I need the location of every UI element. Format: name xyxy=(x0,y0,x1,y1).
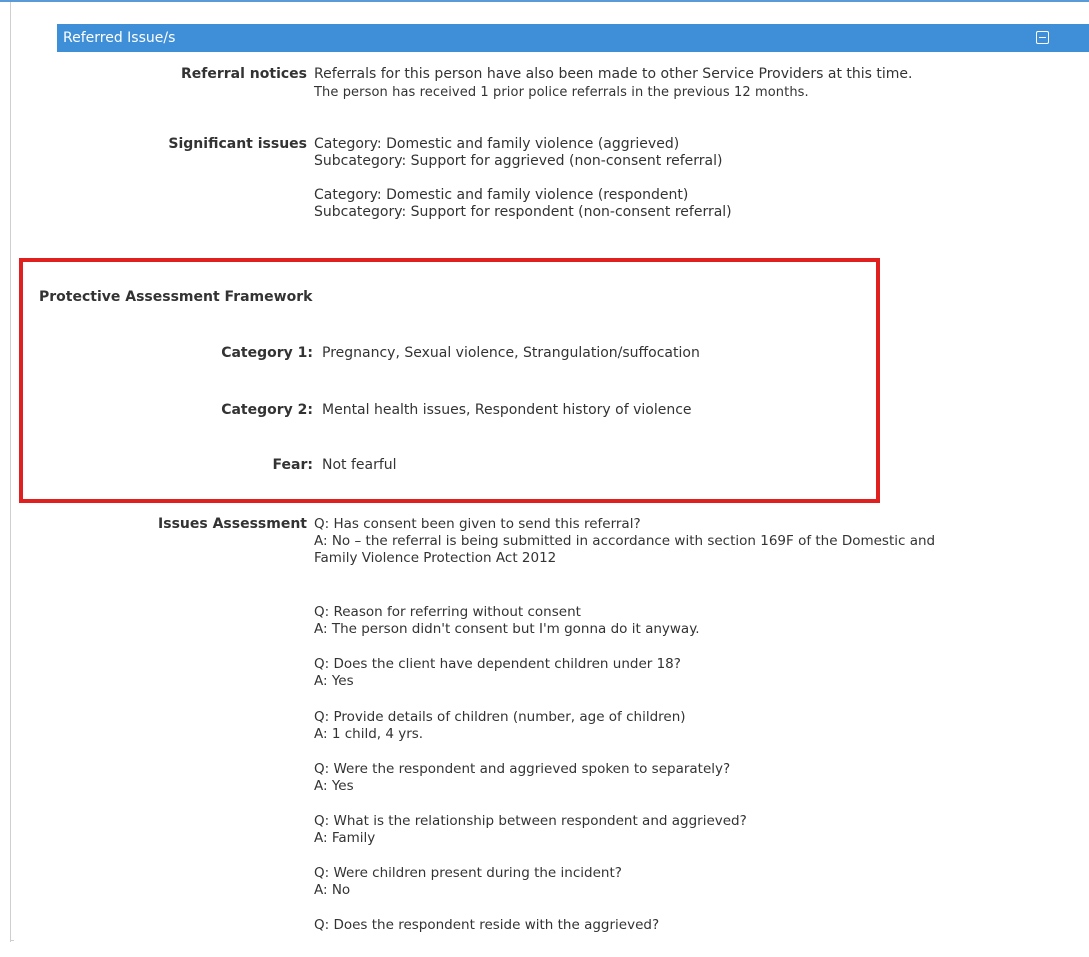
qa-item: Q: Has consent been given to send this r… xyxy=(314,516,935,567)
paf-category2-value: Mental health issues, Respondent history… xyxy=(322,402,692,418)
qa-answer: A: Family xyxy=(314,830,376,846)
significant-issues-label: Significant issues xyxy=(168,136,307,152)
referral-notice-line: The person has received 1 prior police r… xyxy=(314,85,809,100)
significant-issue-subcategory: Subcategory: Support for respondent (non… xyxy=(314,204,732,220)
paf-category1-label: Category 1: xyxy=(221,345,313,361)
top-border xyxy=(0,0,1089,2)
paf-title: Protective Assessment Framework xyxy=(39,289,313,305)
qa-item: Q: Does the client have dependent childr… xyxy=(314,656,681,690)
qa-item: Q: Does the respondent reside with the a… xyxy=(314,917,659,934)
qa-answer: A: Yes xyxy=(314,778,354,794)
qa-item: Q: Were the respondent and aggrieved spo… xyxy=(314,761,730,795)
qa-answer: A: 1 child, 4 yrs. xyxy=(314,726,424,742)
qa-question: Q: What is the relationship between resp… xyxy=(314,813,747,829)
significant-issue-category: Category: Domestic and family violence (… xyxy=(314,187,689,203)
issues-assessment-label: Issues Assessment xyxy=(158,516,307,532)
paf-category1-value: Pregnancy, Sexual violence, Strangulatio… xyxy=(322,345,700,361)
qa-question: Q: Provide details of children (number, … xyxy=(314,709,686,725)
qa-answer-continued: Family Violence Protection Act 2012 xyxy=(314,550,557,566)
referral-notices-label: Referral notices xyxy=(181,66,307,82)
qa-answer: A: Yes xyxy=(314,673,354,689)
qa-item: Q: Provide details of children (number, … xyxy=(314,709,686,743)
left-border xyxy=(10,2,11,942)
qa-question: Q: Were children present during the inci… xyxy=(314,865,622,881)
qa-question: Q: Were the respondent and aggrieved spo… xyxy=(314,761,731,777)
qa-answer: A: No – the referral is being submitted … xyxy=(314,533,936,549)
qa-question: Q: Reason for referring without consent xyxy=(314,604,581,620)
qa-question: Q: Does the respondent reside with the a… xyxy=(314,917,660,933)
qa-item: Q: Reason for referring without consent … xyxy=(314,604,700,638)
paf-category2-label: Category 2: xyxy=(221,402,313,418)
qa-question: Q: Does the client have dependent childr… xyxy=(314,656,681,672)
significant-issue-category: Category: Domestic and family violence (… xyxy=(314,136,680,152)
collapse-minus-icon[interactable] xyxy=(1036,31,1049,44)
referral-notice-line: Referrals for this person have also been… xyxy=(314,66,913,82)
significant-issue-subcategory: Subcategory: Support for aggrieved (non-… xyxy=(314,153,723,169)
section-title: Referred Issue/s xyxy=(63,30,176,46)
qa-item: Q: What is the relationship between resp… xyxy=(314,813,747,847)
qa-question: Q: Has consent been given to send this r… xyxy=(314,516,641,532)
paf-fear-label: Fear: xyxy=(272,457,313,473)
left-border-tick xyxy=(10,940,14,941)
section-header-referred-issues[interactable]: Referred Issue/s xyxy=(57,24,1089,52)
paf-fear-value: Not fearful xyxy=(322,457,397,473)
qa-item: Q: Were children present during the inci… xyxy=(314,865,622,899)
qa-answer: A: The person didn't consent but I'm gon… xyxy=(314,621,700,637)
qa-answer: A: No xyxy=(314,882,351,898)
